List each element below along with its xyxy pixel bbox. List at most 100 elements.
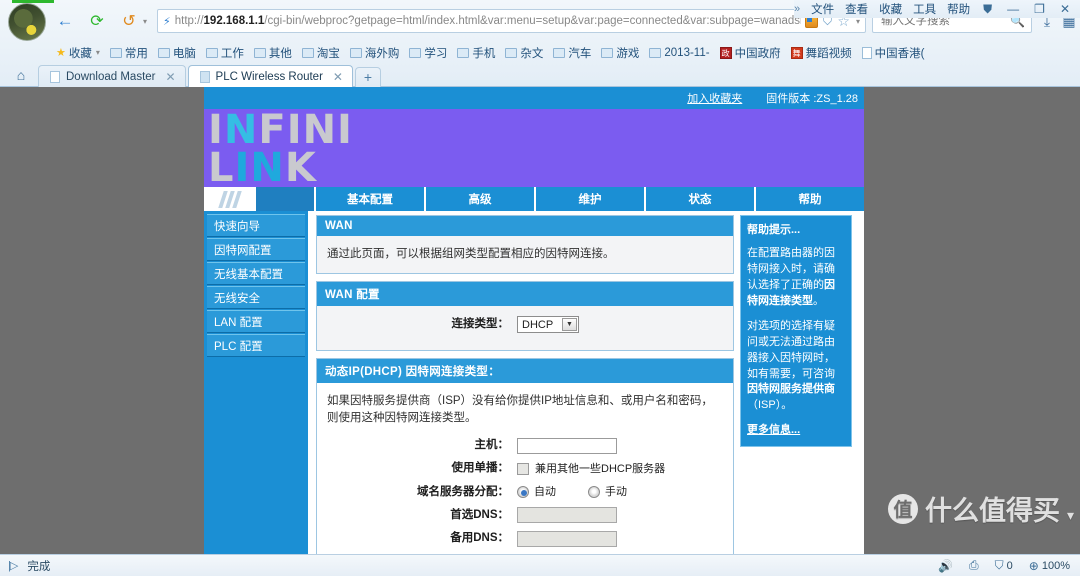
- tab-download-master[interactable]: Download Master ✕: [38, 65, 186, 87]
- menu-tools[interactable]: 工具: [913, 1, 936, 17]
- help-more-link[interactable]: 更多信息...: [747, 423, 845, 439]
- bookmark-label: 海外购: [364, 47, 400, 60]
- bookmark-site-dance[interactable]: 舞舞蹈视频: [787, 44, 856, 62]
- chevron-down-icon[interactable]: ▼: [562, 318, 577, 332]
- bookmark-site-hk[interactable]: 中国香港(: [858, 44, 929, 62]
- sidebar-item-wireless-basic[interactable]: 无线基本配置: [207, 262, 305, 285]
- bookmark-folder-3[interactable]: 工作: [202, 44, 248, 62]
- dns-auto-label: 自动: [534, 485, 556, 498]
- media-play-icon[interactable]: |▷: [8, 559, 18, 572]
- page-icon: [50, 70, 60, 83]
- history-back-icon[interactable]: ↺: [116, 8, 142, 34]
- dns-manual-radio[interactable]: [588, 486, 600, 499]
- address-bar[interactable]: ⚡ http://192.168.1.1/cgi-bin/webproc?get…: [157, 9, 866, 33]
- bookmark-folder-12[interactable]: 2013-11-: [645, 46, 713, 60]
- tab-plc-wireless-router[interactable]: PLC Wireless Router ✕: [187, 65, 353, 87]
- avatar[interactable]: [8, 3, 46, 41]
- bookmark-folder-8[interactable]: 手机: [453, 44, 499, 62]
- nav-basic-config[interactable]: 基本配置: [316, 187, 426, 211]
- sidebar-item-internet-config[interactable]: 因特网配置: [207, 238, 305, 261]
- browser-menubar: » 文件 查看 收藏 工具 帮助 ⛊ — ❐ ✕: [794, 0, 1080, 18]
- bookmark-folder-5[interactable]: 淘宝: [298, 44, 344, 62]
- bookmark-label: 其他: [268, 47, 292, 60]
- menu-file[interactable]: 文件: [811, 1, 834, 17]
- wan-config-panel: WAN 配置 连接类型： DHCP ▼: [316, 281, 734, 351]
- bookmark-label: 手机: [472, 47, 496, 60]
- bookmark-folder-2[interactable]: 电脑: [154, 44, 200, 62]
- router-main-content: WAN 通过此页面，可以根据组网类型配置相应的因特网连接。 WAN 配置 连接类…: [308, 211, 740, 554]
- bookmark-folder-7[interactable]: 学习: [405, 44, 451, 62]
- bookmark-folder-1[interactable]: 常用: [106, 44, 152, 62]
- dhcp-panel: 动态IP(DHCP) 因特网连接类型： 如果因特服务提供商（ISP）没有给你提供…: [316, 357, 734, 554]
- chevron-down-icon[interactable]: ▾: [143, 17, 147, 26]
- screenshot-icon[interactable]: ⎙: [969, 558, 979, 573]
- back-button[interactable]: ←: [52, 8, 78, 34]
- nav-help[interactable]: 帮助: [756, 187, 864, 211]
- menu-view[interactable]: 查看: [845, 1, 868, 17]
- chevron-down-icon[interactable]: ▾: [96, 48, 100, 57]
- sidebar-item-plc-config[interactable]: PLC 配置: [207, 334, 305, 357]
- dns-assign-row: 域名服务器分配： 自动 手动: [327, 484, 723, 501]
- close-button[interactable]: ✕: [1058, 2, 1072, 16]
- status-bar: |▷ 完成 🔊 ⎙ ⛉ 0 ⊕ 100%: [0, 554, 1080, 576]
- security-shield-icon[interactable]: ⛉ 0: [995, 558, 1013, 573]
- wan-config-title: WAN 配置: [317, 282, 733, 307]
- bookmark-folder-9[interactable]: 杂文: [501, 44, 547, 62]
- folder-icon: [157, 47, 170, 58]
- router-nav: 基本配置 高级 维护 状态 帮助: [204, 187, 864, 211]
- home-icon[interactable]: ⌂: [4, 67, 38, 87]
- menu-favorites[interactable]: 收藏: [879, 1, 902, 17]
- lightning-icon: ⚡: [163, 15, 171, 28]
- bookmark-site-gov[interactable]: 政中国政府: [716, 44, 785, 62]
- minimize-button[interactable]: —: [1005, 2, 1021, 16]
- watermark-badge: 值: [887, 493, 918, 524]
- bookmark-folder-4[interactable]: 其他: [250, 44, 296, 62]
- bookmark-folder-11[interactable]: 游戏: [597, 44, 643, 62]
- primary-dns-row: 首选DNS：: [327, 507, 723, 524]
- primary-dns-input[interactable]: [517, 507, 617, 524]
- folder-icon: [301, 47, 314, 58]
- sidebar-item-quick-wizard[interactable]: 快速向导: [207, 214, 305, 237]
- help-p1-post: 。: [813, 294, 824, 307]
- maximize-button[interactable]: ❐: [1032, 2, 1047, 16]
- router-help-panel: 帮助提示... 在配置路由器的因特网接入时，请确认选择了正确的因特网连接类型。 …: [740, 211, 852, 554]
- skin-icon[interactable]: ⛊: [981, 2, 994, 17]
- nav-status[interactable]: 状态: [646, 187, 756, 211]
- add-to-favorites-link[interactable]: 加入收藏夹: [687, 90, 742, 106]
- status-text: 完成: [27, 560, 51, 573]
- router-topbar: 加入收藏夹 固件版本 :ZS_1.28: [204, 87, 864, 109]
- new-tab-button[interactable]: +: [354, 67, 381, 87]
- sidebar-item-wireless-security[interactable]: 无线安全: [207, 286, 305, 309]
- bookmark-favorites[interactable]: ★ 收藏 ▾: [52, 44, 104, 62]
- dns-assign-label: 域名服务器分配：: [417, 485, 509, 498]
- nav-maintenance[interactable]: 维护: [536, 187, 646, 211]
- nav-active-block: [256, 187, 316, 211]
- bookmark-folder-6[interactable]: 海外购: [346, 44, 404, 62]
- close-icon[interactable]: ✕: [165, 70, 175, 84]
- bookmark-folder-10[interactable]: 汽车: [549, 44, 595, 62]
- folder-icon: [601, 47, 614, 58]
- reload-icon[interactable]: ⟳: [84, 8, 110, 34]
- router-banner: INFINI LINK: [204, 109, 864, 187]
- zoom-level: 100%: [1041, 559, 1070, 572]
- secondary-dns-input[interactable]: [517, 530, 617, 547]
- conn-type-select[interactable]: DHCP ▼: [517, 316, 579, 334]
- sidebar-item-lan-config[interactable]: LAN 配置: [207, 310, 305, 333]
- folder-icon: [649, 47, 662, 58]
- unicast-checkbox[interactable]: [517, 462, 529, 475]
- bookmark-label: 常用: [124, 47, 148, 60]
- page-icon: [861, 46, 872, 59]
- secondary-dns-label: 备用DNS：: [450, 532, 509, 544]
- dns-auto-radio[interactable]: [517, 486, 529, 499]
- volume-icon[interactable]: 🔊: [938, 559, 953, 573]
- close-icon[interactable]: ✕: [333, 70, 343, 84]
- site-icon: 政: [719, 46, 732, 59]
- menu-help[interactable]: 帮助: [947, 1, 970, 17]
- menu-overflow-icon[interactable]: »: [794, 3, 800, 15]
- nav-advanced[interactable]: 高级: [426, 187, 536, 211]
- host-input[interactable]: [517, 437, 617, 454]
- bookmark-label: 杂文: [520, 47, 544, 60]
- zoom-level-control[interactable]: ⊕ 100%: [1029, 559, 1070, 573]
- bookmarks-bar: ★ 收藏 ▾ 常用 电脑 工作 其他 淘宝 海外购 学习 手机 杂文 汽车 游戏…: [0, 42, 1080, 63]
- unicast-label: 使用单播：: [451, 462, 510, 475]
